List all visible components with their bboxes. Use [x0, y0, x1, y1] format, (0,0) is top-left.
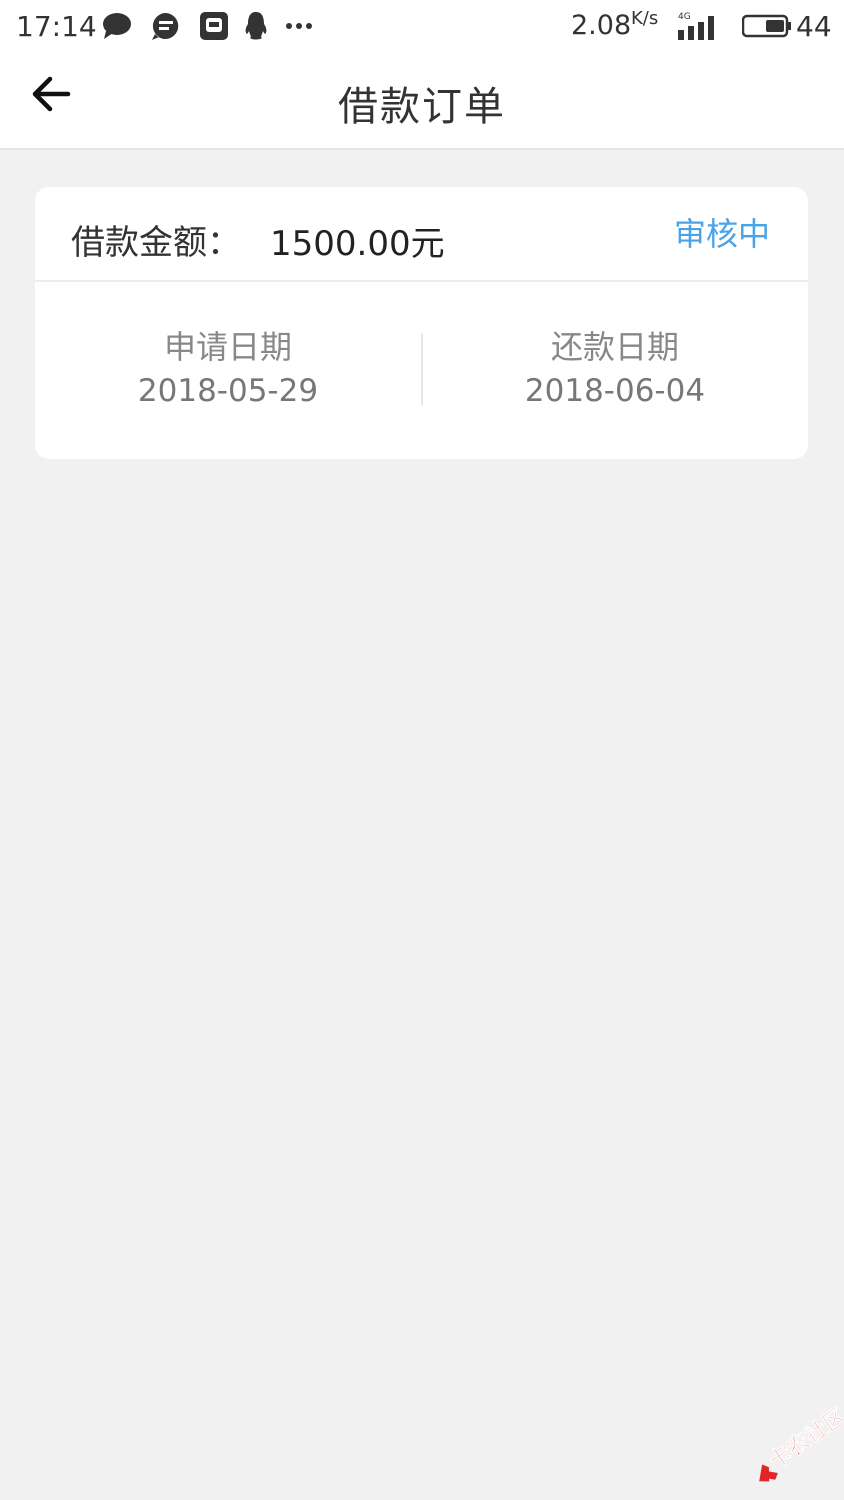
battery-level: 44 [796, 10, 832, 43]
qq-penguin-icon [245, 12, 267, 40]
apply-date-label: 申请日期 [163, 328, 292, 366]
amount-label: 借款金额： [71, 223, 241, 263]
message-icon [152, 12, 179, 40]
app-icon [200, 12, 228, 40]
signal-4g-icon: 4G [678, 12, 714, 40]
svg-text:卡农社区: 卡农社区 [764, 1405, 842, 1475]
loan-order-card[interactable]: 借款金额： 1500.00元 审核中 申请日期 2018-05-29 还款日期 … [35, 187, 808, 459]
net-speed-unit: K/s [631, 8, 659, 29]
chat-bubble-icon [103, 13, 131, 39]
apply-date-value: 2018-05-29 [137, 373, 319, 409]
repay-date-label: 还款日期 [550, 328, 679, 366]
battery-icon [742, 14, 791, 38]
order-card-header: 借款金额： 1500.00元 审核中 [35, 187, 808, 282]
page-title: 借款订单 [338, 84, 506, 130]
apply-date-column: 申请日期 2018-05-29 [35, 327, 421, 411]
status-bar: 17:14 2.08 K/s 4G 44 [0, 0, 844, 52]
watermark-logo: 卡农社区 [759, 1405, 842, 1482]
repay-date-column: 还款日期 2018-06-04 [422, 327, 808, 411]
repay-date-value: 2018-06-04 [524, 373, 706, 409]
more-dots-icon [286, 23, 312, 29]
status-badge: 审核中 [673, 215, 770, 253]
network-type-label: 4G [678, 12, 691, 22]
status-time: 17:14 [16, 10, 97, 43]
app-bar: 借款订单 [0, 52, 844, 150]
net-speed: 2.08 [571, 10, 632, 41]
amount-value: 1500.00元 [270, 224, 445, 264]
